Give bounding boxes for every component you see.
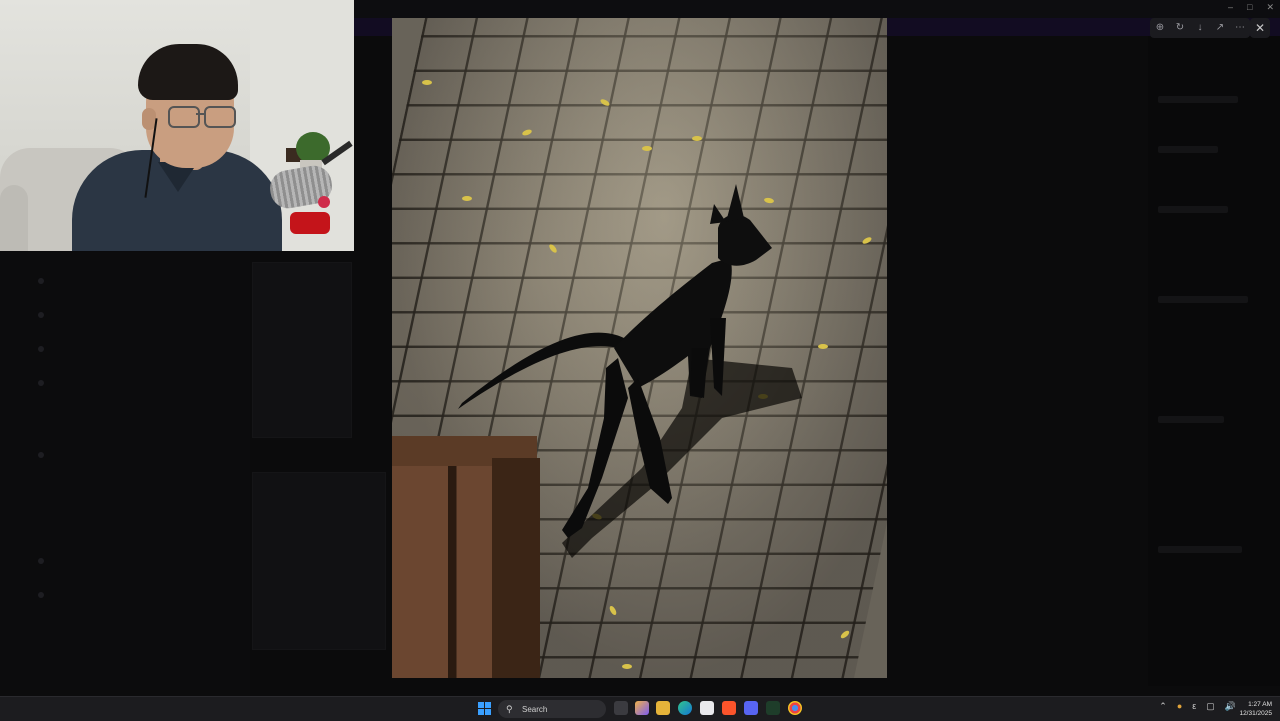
channel-dot [38,558,44,564]
edge-icon[interactable] [678,701,692,715]
windows-logo-icon [485,709,491,715]
channel-dot [38,452,44,458]
discord-icon[interactable] [744,701,758,715]
member-row [1158,546,1242,553]
start-button[interactable] [478,702,492,716]
rotate-icon[interactable]: ↻ [1173,21,1187,35]
windows-logo-icon [485,702,491,708]
channel-dot [38,592,44,598]
member-list [1148,36,1280,686]
network-icon[interactable]: ▢ [1206,701,1215,712]
glasses-lens [168,106,200,128]
windows-logo-icon [478,709,484,715]
member-row [1158,416,1224,423]
taskbar-search[interactable]: ⚲ Search [498,700,606,718]
cat-head [718,214,772,266]
system-tray: ⌃ ● ε ▢ 🔊 [1159,701,1236,712]
excel-icon[interactable] [766,701,780,715]
search-icon: ⚲ [506,703,513,714]
bench-side [492,458,540,678]
zoom-in-icon[interactable]: ⊕ [1153,21,1167,35]
file-explorer-icon[interactable] [656,701,670,715]
member-row [1158,146,1218,153]
cat-tail [458,332,624,409]
minimize-icon[interactable]: – [1228,2,1233,13]
mic-logo [318,196,330,208]
close-icon[interactable]: ✕ [1250,18,1270,38]
windows-logo-icon [478,702,484,708]
viewer-toolbar: ⊕ ↻ ↓ ↗ ⋯ [1150,18,1250,38]
store-icon[interactable] [700,701,714,715]
channel-dot [38,346,44,352]
member-row [1158,296,1248,303]
taskbar-clock[interactable]: 1:27 AM 12/31/2025 [1239,700,1272,718]
window-controls: – □ ✕ [1228,2,1274,13]
clock-date: 12/31/2025 [1239,710,1272,717]
channel-sidebar [0,252,250,696]
cat-ear [710,204,726,224]
member-row [1158,206,1228,213]
mic-icon[interactable]: ● [1177,701,1182,712]
task-view-icon[interactable] [614,701,628,715]
mic-base [290,212,330,234]
close-icon[interactable]: ✕ [1266,2,1274,13]
language-icon[interactable]: ε [1192,701,1196,712]
glasses-lens [204,106,236,128]
copilot-icon[interactable] [635,701,649,715]
download-icon[interactable]: ↓ [1193,21,1207,35]
channel-dot [38,380,44,386]
maximize-icon[interactable]: □ [1247,2,1252,13]
channel-dot [38,312,44,318]
cat-ear [726,184,744,222]
chevron-up-icon[interactable]: ⌃ [1159,701,1167,712]
member-row [1158,96,1238,103]
person-hair [138,44,238,100]
taskbar: ⚲ Search ⌃ ● ε ▢ 🔊 1:27 AM 12/31/2025 [0,696,1280,721]
search-placeholder: Search [522,704,548,714]
chrome-icon[interactable] [788,701,802,715]
glasses-bridge [196,113,204,115]
more-icon[interactable]: ⋯ [1233,21,1247,35]
brave-icon[interactable] [722,701,736,715]
chat-image-thumbnail [252,472,386,650]
sofa-arm [0,185,28,251]
chat-image-thumbnail [252,262,352,438]
viewer-image[interactable] [392,18,887,678]
channel-dot [38,278,44,284]
volume-icon[interactable]: 🔊 [1225,701,1236,712]
clock-time: 1:27 AM [1248,701,1272,708]
open-external-icon[interactable]: ↗ [1213,21,1227,35]
webcam-overlay [0,0,354,251]
